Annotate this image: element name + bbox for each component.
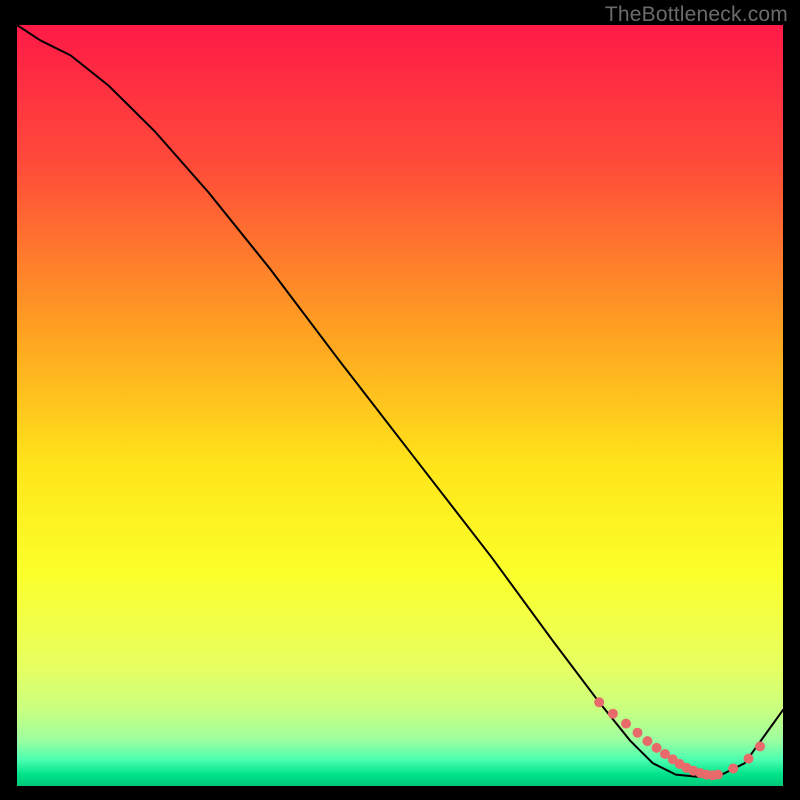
highlight-dot	[633, 728, 643, 738]
highlight-dot	[608, 709, 618, 719]
highlight-dot	[642, 736, 652, 746]
highlight-dot	[713, 770, 723, 780]
watermark-label: TheBottleneck.com	[605, 3, 788, 27]
highlight-dot	[744, 754, 754, 764]
highlight-dot	[621, 719, 631, 729]
highlight-dot	[594, 697, 604, 707]
gradient-background	[17, 25, 783, 786]
highlight-dot	[652, 743, 662, 753]
highlight-dot	[755, 741, 765, 751]
highlight-dot	[728, 764, 738, 774]
chart-container: TheBottleneck.com	[0, 0, 800, 800]
bottleneck-chart	[0, 0, 800, 800]
